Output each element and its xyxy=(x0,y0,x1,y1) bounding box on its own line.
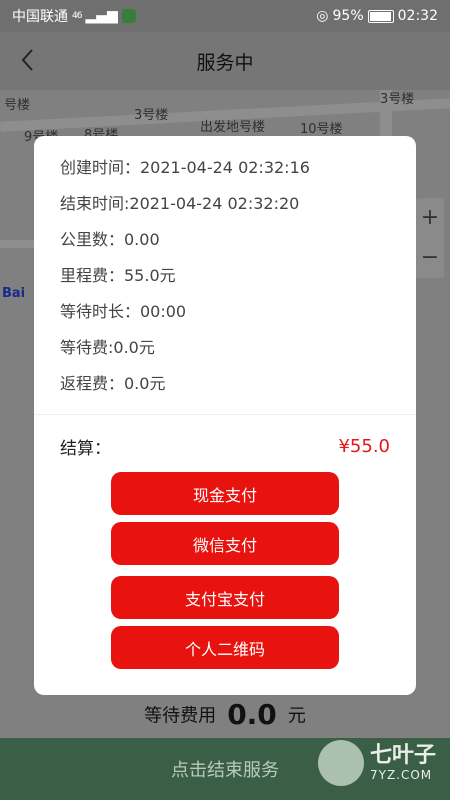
waiting-fee-display: 等待费用 0.0 元 xyxy=(0,698,450,731)
signal-bars-icon: ▂▄▆ xyxy=(85,8,118,24)
map-label: 号楼 xyxy=(4,98,31,113)
battery-icon xyxy=(367,9,394,23)
carrier-name: 中国联通 xyxy=(12,9,68,25)
settlement-amount: ¥55.0 xyxy=(338,436,390,457)
map-label: 10号楼 xyxy=(300,122,343,137)
trip-info-list: 创建时间：2021-04-24 02:32:16 结束时间:2021-04-24… xyxy=(34,136,416,402)
status-bar: 中国联通 46 ▂▄▆ ◎ 95% 02:32 xyxy=(0,0,450,32)
return-fee: 返程费：0.0元 xyxy=(60,374,166,393)
mileage-fee: 里程费：55.0元 xyxy=(60,266,176,285)
title-bar: 服务中 xyxy=(0,32,450,90)
waiting-fee-label: 等待费用 xyxy=(144,705,217,727)
payment-dialog: 创建时间：2021-04-24 02:32:16 结束时间:2021-04-24… xyxy=(34,136,416,695)
signal-indicator: 46 xyxy=(72,11,83,21)
location-icon: ◎ xyxy=(316,8,329,24)
back-chevron-icon[interactable] xyxy=(20,48,44,74)
end-time: 结束时间:2021-04-24 02:32:20 xyxy=(60,194,300,213)
settlement-label: 结算： xyxy=(60,439,111,459)
battery-percent: 95% xyxy=(332,8,364,24)
waiting-fee: 等待费:0.0元 xyxy=(60,338,155,357)
wechat-pay-button[interactable]: 微信支付 xyxy=(111,522,339,565)
waiting-fee-unit: 元 xyxy=(287,705,306,727)
divider xyxy=(34,414,416,415)
zoom-out-button[interactable]: − xyxy=(416,238,444,278)
waiting-fee-value: 0.0 xyxy=(227,698,277,731)
settlement-row: 结算： ¥55.0 xyxy=(60,434,390,459)
baidu-logo: Bai xyxy=(2,286,26,301)
alipay-button[interactable]: 支付宝支付 xyxy=(111,576,339,619)
cash-pay-button[interactable]: 现金支付 xyxy=(111,472,339,515)
distance-km: 公里数：0.00 xyxy=(60,230,160,249)
watermark-name: 七叶子 xyxy=(369,743,436,768)
zoom-in-button[interactable]: + xyxy=(416,198,444,238)
app-notification-icon xyxy=(121,9,136,23)
map-label: 出发地号楼 xyxy=(200,120,266,135)
page-title: 服务中 xyxy=(196,51,254,74)
watermark-domain: 7YZ.COM xyxy=(369,768,433,782)
map-zoom-control: + − xyxy=(416,198,444,278)
waiting-duration: 等待时长：00:00 xyxy=(60,302,187,321)
clock-time: 02:32 xyxy=(397,8,438,24)
created-time: 创建时间：2021-04-24 02:32:16 xyxy=(60,158,310,177)
personal-qr-button[interactable]: 个人二维码 xyxy=(111,626,339,669)
map-label: 3号楼 xyxy=(380,92,415,107)
watermark-leaf-icon xyxy=(317,740,364,786)
watermark: 七叶子 7YZ.COM xyxy=(317,740,436,786)
map-label: 3号楼 xyxy=(134,108,169,123)
